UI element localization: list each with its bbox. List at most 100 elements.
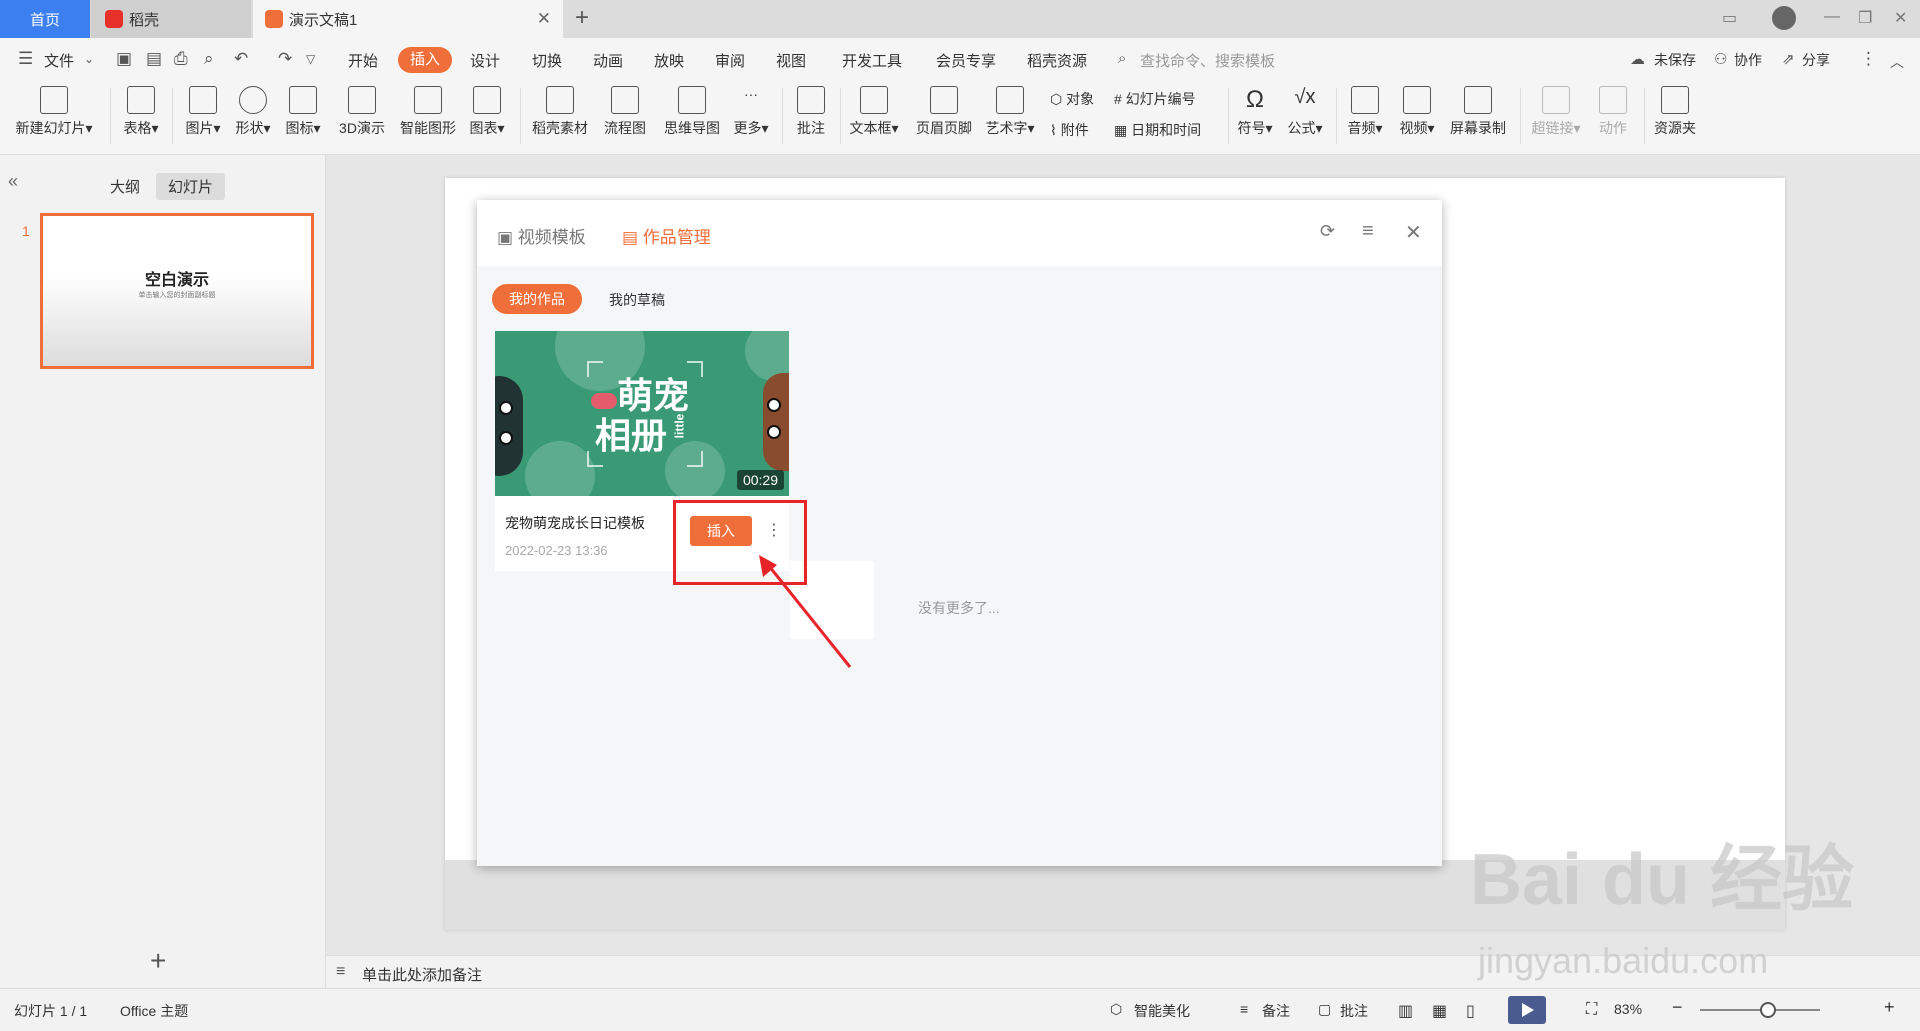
screen-record-button[interactable]: 屏幕录制: [1446, 86, 1510, 138]
slide-thumbnail[interactable]: 空白演示 单击输入您的封面副标题: [40, 213, 314, 369]
tab-video-template[interactable]: ▣ 视频模板: [497, 223, 586, 248]
zoom-out-icon[interactable]: −: [1672, 997, 1683, 1018]
symbol-button[interactable]: Ω 符号▾: [1234, 86, 1276, 138]
fit-window-icon[interactable]: ⛶: [1586, 1001, 1597, 1019]
zoom-in-icon[interactable]: +: [1884, 997, 1895, 1018]
minimize-icon[interactable]: —: [1824, 8, 1840, 26]
close-tab-icon[interactable]: ✕: [537, 9, 551, 29]
menu-icon[interactable]: ≡: [1362, 220, 1374, 243]
divider: [1644, 88, 1645, 144]
close-dialog-icon[interactable]: ✕: [1405, 220, 1422, 245]
print-preview-icon[interactable]: ⌕: [204, 49, 214, 69]
tab-home[interactable]: 首页: [0, 0, 90, 38]
art-text-button[interactable]: 艺术字▾: [982, 86, 1038, 138]
datetime-button[interactable]: ▦ 日期和时间: [1114, 120, 1201, 140]
menu-design[interactable]: 设计: [470, 50, 500, 71]
menu-view[interactable]: 视图: [776, 50, 806, 71]
menu-transition[interactable]: 切换: [532, 50, 562, 71]
formula-button[interactable]: √x 公式▾: [1284, 86, 1326, 138]
attachment-button[interactable]: ⌇ 附件: [1050, 120, 1089, 140]
add-slide-icon[interactable]: +: [150, 945, 166, 977]
zoom-slider-knob[interactable]: [1760, 1002, 1776, 1018]
window-layout-icon[interactable]: ▭: [1722, 8, 1737, 28]
object-button[interactable]: ⬡ 对象: [1050, 89, 1094, 109]
menu-insert-active[interactable]: 插入: [398, 47, 452, 73]
3d-button[interactable]: 3D演示: [334, 86, 390, 138]
my-works-tab[interactable]: 我的作品: [492, 284, 582, 314]
menu-animation[interactable]: 动画: [593, 50, 623, 71]
command-search[interactable]: 查找命令、搜索模板: [1140, 50, 1275, 71]
smart-graphic-button[interactable]: 智能图形: [396, 86, 460, 138]
refresh-icon[interactable]: ⟳: [1320, 221, 1335, 242]
video-button[interactable]: 视频▾: [1396, 86, 1438, 138]
comment-toggle[interactable]: 批注: [1340, 1001, 1368, 1021]
omega-icon: Ω: [1246, 86, 1264, 113]
chart-button[interactable]: 图表▾: [466, 86, 508, 138]
beautify-button[interactable]: 智能美化: [1134, 1001, 1190, 1021]
icon-button[interactable]: 图标▾: [282, 86, 324, 138]
my-drafts-tab[interactable]: 我的草稿: [609, 290, 665, 310]
zoom-level[interactable]: 83%: [1614, 1001, 1642, 1017]
unsaved-status[interactable]: 未保存: [1654, 50, 1696, 70]
tab-outline[interactable]: 大纲: [98, 173, 152, 200]
close-window-icon[interactable]: ✕: [1894, 8, 1907, 28]
print-icon[interactable]: ⎙: [174, 49, 188, 69]
export-pdf-icon[interactable]: ▤: [146, 49, 162, 69]
textbox-button[interactable]: 文本框▾: [846, 86, 902, 138]
new-slide-button[interactable]: 新建幻灯片▾: [12, 86, 96, 138]
flowchart-button[interactable]: 流程图: [600, 86, 650, 138]
menu-developer[interactable]: 开发工具: [842, 50, 902, 71]
collapse-ribbon-icon[interactable]: ︿: [1890, 52, 1904, 72]
avatar[interactable]: [1772, 6, 1796, 30]
menu-daoke-resources[interactable]: 稻壳资源: [1027, 50, 1087, 71]
menu-file[interactable]: 文件: [44, 50, 74, 71]
collapse-panel-icon[interactable]: «: [8, 171, 18, 192]
comment-icon: [797, 86, 825, 114]
menu-review[interactable]: 审阅: [715, 50, 745, 71]
theme-name[interactable]: Office 主题: [120, 1001, 188, 1021]
customize-toolbar-icon[interactable]: ▽: [306, 52, 315, 66]
menu-start[interactable]: 开始: [348, 50, 378, 71]
menu-slideshow[interactable]: 放映: [654, 50, 684, 71]
tab-works-management[interactable]: ▤ 作品管理: [622, 223, 711, 248]
undo-icon[interactable]: ↶: [234, 49, 248, 69]
formula-icon: √x: [1294, 86, 1316, 108]
tab-slides[interactable]: 幻灯片: [156, 173, 226, 200]
daoke-material-button[interactable]: 稻壳素材: [528, 86, 592, 138]
daoke-logo-icon: [105, 10, 123, 28]
hyperlink-label: 超链接: [1531, 120, 1574, 136]
picture-label: 图片: [185, 120, 214, 136]
audio-button[interactable]: 音频▾: [1344, 86, 1386, 138]
more-vertical-icon[interactable]: ⋮: [1860, 49, 1877, 69]
resource-folder-button[interactable]: 资源夹: [1650, 86, 1700, 138]
tab-document[interactable]: 演示文稿1 ✕: [253, 0, 563, 38]
menu-member[interactable]: 会员专享: [936, 50, 996, 71]
chevron-down-icon[interactable]: ⌄: [84, 52, 94, 66]
save-icon[interactable]: ▣: [116, 49, 132, 69]
header-footer-button[interactable]: 页眉页脚: [912, 86, 976, 138]
slide-panel: « 大纲 幻灯片 1 空白演示 单击输入您的封面副标题 +: [0, 155, 326, 988]
sorter-view-icon[interactable]: ▦: [1432, 1001, 1447, 1021]
hyperlink-button[interactable]: 超链接▾: [1528, 86, 1584, 138]
play-slideshow-button[interactable]: [1508, 996, 1546, 1024]
table-button[interactable]: 表格▾: [120, 86, 162, 138]
restore-icon[interactable]: ❐: [1858, 8, 1872, 28]
video-thumbnail[interactable]: 萌宠 相册 little 00:29: [495, 331, 789, 496]
add-tab-icon[interactable]: +: [575, 4, 589, 32]
divider: [840, 88, 841, 144]
action-button[interactable]: 动作: [1592, 86, 1634, 138]
collab-button[interactable]: 协作: [1734, 50, 1762, 70]
picture-button[interactable]: 图片▾: [182, 86, 224, 138]
slide-number-button[interactable]: # 幻灯片编号: [1114, 89, 1196, 109]
shape-button[interactable]: 形状▾: [232, 86, 274, 138]
reading-view-icon[interactable]: ▯: [1466, 1001, 1475, 1021]
comment-button[interactable]: 批注: [790, 86, 832, 138]
notes-toggle[interactable]: 备注: [1262, 1001, 1290, 1021]
mindmap-button[interactable]: 思维导图: [660, 86, 724, 138]
tab-daoke[interactable]: 稻壳: [91, 0, 251, 38]
normal-view-icon[interactable]: ▥: [1398, 1001, 1413, 1021]
hamburger-icon[interactable]: ☰: [18, 49, 33, 69]
redo-icon[interactable]: ↷: [278, 49, 292, 69]
share-button[interactable]: 分享: [1802, 50, 1830, 70]
more-button[interactable]: ··· 更多▾: [730, 86, 772, 138]
